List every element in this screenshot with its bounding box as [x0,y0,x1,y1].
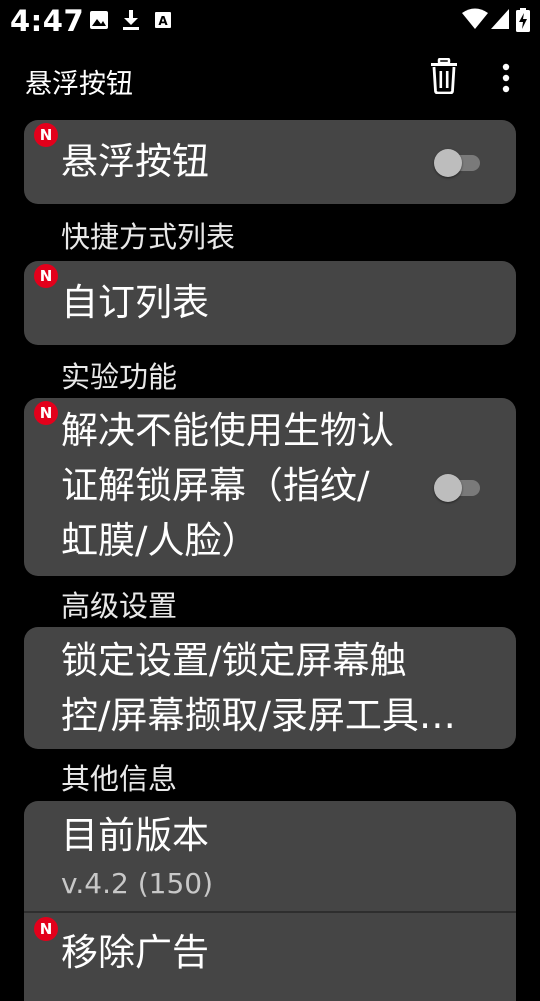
app-bar: 悬浮按钮 [0,44,540,114]
version-label: 目前版本 [61,814,209,857]
advanced-line-2: 控/屏幕撷取/录屏工具… [61,694,456,737]
new-badge: N [34,401,58,425]
more-vert-icon[interactable] [494,62,518,94]
status-bar: 4:47 A [0,0,540,44]
remove-ads-label[interactable]: 移除广告 [61,925,209,980]
advanced-settings-card[interactable]: 锁定设置/锁定屏幕触 控/屏幕撷取/录屏工具… [24,627,516,749]
biometric-line-3: 虹膜/人脸） [61,519,259,562]
svg-text:A: A [158,14,168,28]
wifi-icon [462,8,488,32]
section-experimental: 实验功能 [61,360,178,394]
biometric-fix-card[interactable]: 解决不能使用生物认 证解锁屏幕（指纹/ 虹膜/人脸） [24,398,516,576]
new-badge: N [34,123,58,147]
new-badge: N [34,264,58,288]
info-card: 目前版本 v.4.2 (150) 移除广告 [24,801,516,1001]
biometric-line-1: 解决不能使用生物认 [61,409,394,452]
custom-list-label: 自订列表 [61,281,209,324]
floating-button-card[interactable]: 悬浮按钮 [24,120,516,204]
section-other-info: 其他信息 [61,762,178,796]
new-badge: N [34,917,58,941]
signal-icon [490,8,510,32]
floating-button-toggle[interactable] [434,145,482,179]
status-time: 4:47 [10,4,85,38]
page-title: 悬浮按钮 [25,69,133,100]
version-value: v.4.2 (150) [61,867,214,900]
image-icon [88,9,110,31]
download-icon [120,9,142,31]
custom-list-card[interactable]: 自订列表 [24,261,516,345]
trash-icon[interactable] [428,57,460,95]
biometric-line-2: 证解锁屏幕（指纹/ [61,464,370,507]
divider [24,911,516,913]
floating-button-label: 悬浮按钮 [61,140,209,183]
section-shortcut-list: 快捷方式列表 [61,220,236,254]
biometric-toggle[interactable] [434,470,482,504]
section-advanced-settings: 高级设置 [61,589,178,623]
keyboard-a-icon: A [152,9,174,31]
advanced-line-1: 锁定设置/锁定屏幕触 [61,639,407,682]
battery-charging-icon [516,8,530,32]
